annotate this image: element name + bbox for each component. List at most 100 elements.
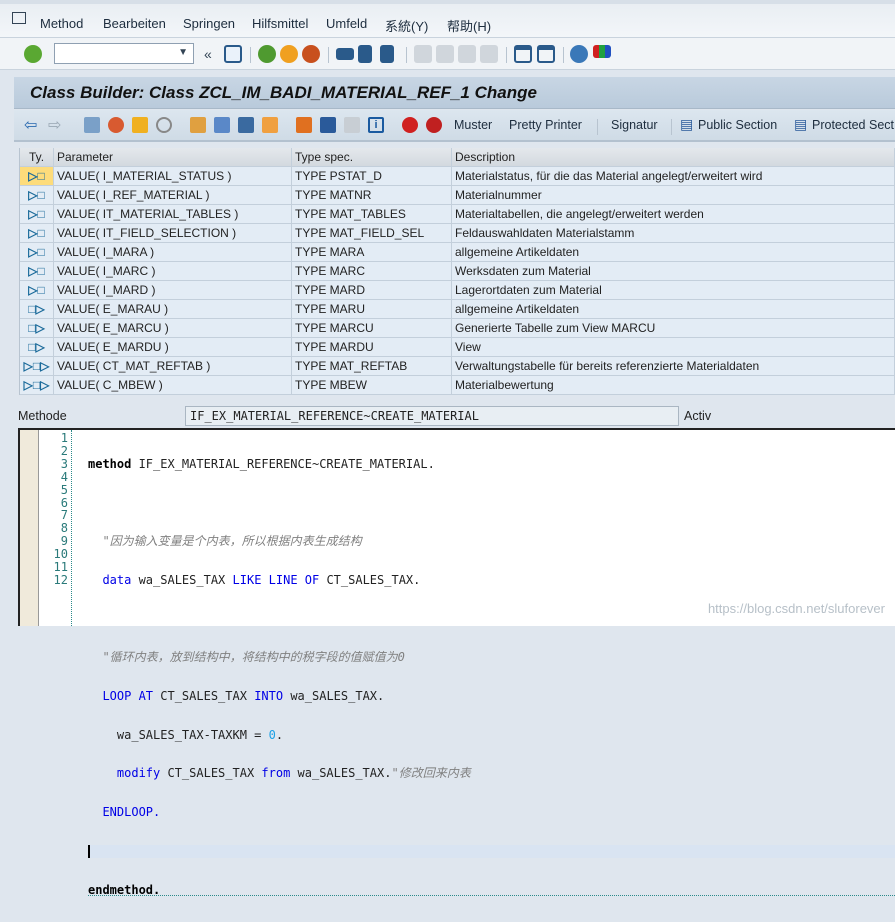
header-type[interactable]: Ty. [20, 148, 54, 166]
protected-section-button[interactable]: Protected Sect [812, 118, 894, 132]
forward-arrow-icon[interactable]: ⇨ [48, 115, 61, 135]
table-row[interactable]: ▷□ VALUE( I_MARC ) TYPE MARC Werksdaten zum… [20, 262, 895, 281]
table-row[interactable]: □▷ VALUE( E_MARDU ) TYPE MARDU View [20, 338, 895, 357]
new-session-icon[interactable] [514, 45, 532, 63]
other-object-icon[interactable] [132, 117, 148, 133]
find-next-icon[interactable] [380, 45, 394, 63]
parameter-kind-icon[interactable]: ▷□ [20, 205, 54, 223]
title-bar: Class Builder: Class ZCL_IM_BADI_MATERIA… [14, 77, 895, 109]
parameter-kind-icon[interactable]: ▷□ [20, 167, 54, 185]
table-row[interactable]: ▷□ VALUE( IT_FIELD_SELECTION ) TYPE MAT_FI… [20, 224, 895, 243]
menu-window-icon[interactable] [12, 12, 26, 24]
code-line: data wa_SALES_TAX LIKE LINE OF CT_SALES_… [88, 572, 421, 587]
line-number: 1 [60, 431, 68, 445]
enhance-icon[interactable] [238, 117, 254, 133]
menu-method[interactable]: Method [40, 16, 83, 31]
parameter-kind-icon[interactable]: □▷ [20, 300, 54, 318]
menu-bearbeiten[interactable]: Bearbeiten [103, 16, 166, 31]
parameter-kind-icon[interactable]: ▷□ [20, 186, 54, 204]
parameter-description: Materialbewertung [452, 376, 895, 394]
layout-icon[interactable] [593, 45, 611, 58]
dropdown-icon[interactable]: ▼ [178, 47, 188, 58]
cancel-icon[interactable] [302, 45, 320, 63]
parameter-kind-icon[interactable]: ▷□ [20, 243, 54, 261]
parameter-type: TYPE MARC [292, 262, 452, 280]
find-icon[interactable] [358, 45, 372, 63]
page-title: Class Builder: Class ZCL_IM_BADI_MATERIA… [30, 83, 537, 102]
parameter-table: Ty. Parameter Type spec. Description ▷□ V… [19, 148, 895, 395]
parameter-kind-icon[interactable]: ▷□▷ [20, 357, 54, 375]
breakpoint-icon[interactable] [402, 117, 418, 133]
line-numbers: 1 2 3 4 5 6 7 8 9 10 11 12 [40, 432, 68, 587]
parameter-description: allgemeine Artikeldaten [452, 300, 895, 318]
back-icon[interactable] [258, 45, 276, 63]
current-code-line[interactable] [88, 844, 895, 858]
header-type-spec[interactable]: Type spec. [292, 148, 452, 166]
parameter-kind-icon[interactable]: ▷□ [20, 224, 54, 242]
collapse-icon[interactable]: « [204, 46, 212, 62]
pretty-printer-button[interactable]: Pretty Printer [509, 118, 582, 132]
method-status: Activ [684, 409, 712, 423]
parameter-type: TYPE MARCU [292, 319, 452, 337]
code-editor[interactable]: 1 2 3 4 5 6 7 8 9 10 11 12 method IF_EX_MATERIAL_RE… [18, 428, 895, 897]
parameter-kind-icon[interactable]: ▷□ [20, 281, 54, 299]
table-row[interactable]: ▷□ VALUE( I_MARD ) TYPE MARD Lagerortdaten … [20, 281, 895, 300]
enter-icon[interactable] [24, 45, 42, 63]
table-row[interactable]: ▷□ VALUE( I_MARA ) TYPE MARA allgemeine Art… [20, 243, 895, 262]
public-section-button[interactable]: Public Section [698, 118, 777, 132]
parameter-description: allgemeine Artikeldaten [452, 243, 895, 261]
menu-umfeld[interactable]: Umfeld [326, 16, 367, 31]
last-page-icon[interactable] [480, 45, 498, 63]
activate-icon[interactable] [108, 117, 124, 133]
menu-system[interactable]: 系統(Y) [385, 16, 428, 35]
parameter-name: VALUE( CT_MAT_REFTAB ) [54, 357, 292, 375]
parameter-description: Verwaltungstabelle für bereits referenzi… [452, 357, 895, 375]
wizard-icon[interactable] [214, 117, 230, 133]
first-page-icon[interactable] [414, 45, 432, 63]
signatur-button[interactable]: Signatur [611, 118, 658, 132]
parameter-kind-icon[interactable]: □▷ [20, 338, 54, 356]
display-object-icon[interactable] [344, 117, 360, 133]
table-row[interactable]: □▷ VALUE( E_MARAU ) TYPE MARU allgemeine Ar… [20, 300, 895, 319]
menu-springen[interactable]: Springen [183, 16, 235, 31]
parameter-type: TYPE PSTAT_D [292, 167, 452, 185]
save-icon[interactable] [224, 45, 242, 63]
help-icon[interactable] [570, 45, 588, 63]
table-row[interactable]: □▷ VALUE( E_MARCU ) TYPE MARCU Generierte T… [20, 319, 895, 338]
parameter-type: TYPE MAT_TABLES [292, 205, 452, 223]
menu-help[interactable]: 帮助(H) [447, 16, 491, 35]
parameter-type: TYPE MARU [292, 300, 452, 318]
hierarchy-icon[interactable] [296, 117, 312, 133]
parameter-kind-icon[interactable]: □▷ [20, 319, 54, 337]
stack-icon[interactable] [320, 117, 336, 133]
previous-page-icon[interactable] [436, 45, 454, 63]
table-row[interactable]: ▷□ VALUE( I_MATERIAL_STATUS ) TYPE PSTAT_D… [20, 167, 895, 186]
header-description[interactable]: Description [452, 148, 895, 166]
header-parameter[interactable]: Parameter [54, 148, 292, 166]
line-number: 4 [60, 469, 68, 484]
print-icon[interactable] [336, 48, 354, 60]
parameter-name: VALUE( I_MARD ) [54, 281, 292, 299]
object-list-icon[interactable] [190, 117, 206, 133]
shortcut-icon[interactable] [537, 45, 555, 63]
back-arrow-icon[interactable]: ⇦ [24, 115, 37, 135]
where-used-icon[interactable] [156, 117, 172, 133]
table-row[interactable]: ▷□▷ VALUE( C_MBEW ) TYPE MBEW Materialbewer… [20, 376, 895, 395]
muster-button[interactable]: Muster [454, 118, 492, 132]
display-change-icon[interactable] [84, 117, 100, 133]
table-row[interactable]: ▷□ VALUE( I_REF_MATERIAL ) TYPE MATNR Mater… [20, 186, 895, 205]
menu-hilfsmittel[interactable]: Hilfsmittel [252, 16, 308, 31]
external-breakpoint-icon[interactable] [426, 117, 442, 133]
parameter-kind-icon[interactable]: ▷□ [20, 262, 54, 280]
command-field[interactable]: ▼ [54, 43, 194, 64]
table-row[interactable]: ▷□▷ VALUE( CT_MAT_REFTAB ) TYPE MAT_REFTAB… [20, 357, 895, 376]
code-area[interactable]: method IF_EX_MATERIAL_REFERENCE~CREATE_M… [88, 432, 895, 922]
info-icon[interactable]: i [368, 117, 384, 133]
exit-icon[interactable] [280, 45, 298, 63]
parameter-kind-icon[interactable]: ▷□▷ [20, 376, 54, 394]
code-line: "循环内表，放到结构中，将结构中的税字段的值赋值为0 [88, 650, 405, 665]
parameter-description: View [452, 338, 895, 356]
table-row[interactable]: ▷□ VALUE( IT_MATERIAL_TABLES ) TYPE MAT_TA… [20, 205, 895, 224]
navigate-icon[interactable] [262, 117, 278, 133]
next-page-icon[interactable] [458, 45, 476, 63]
